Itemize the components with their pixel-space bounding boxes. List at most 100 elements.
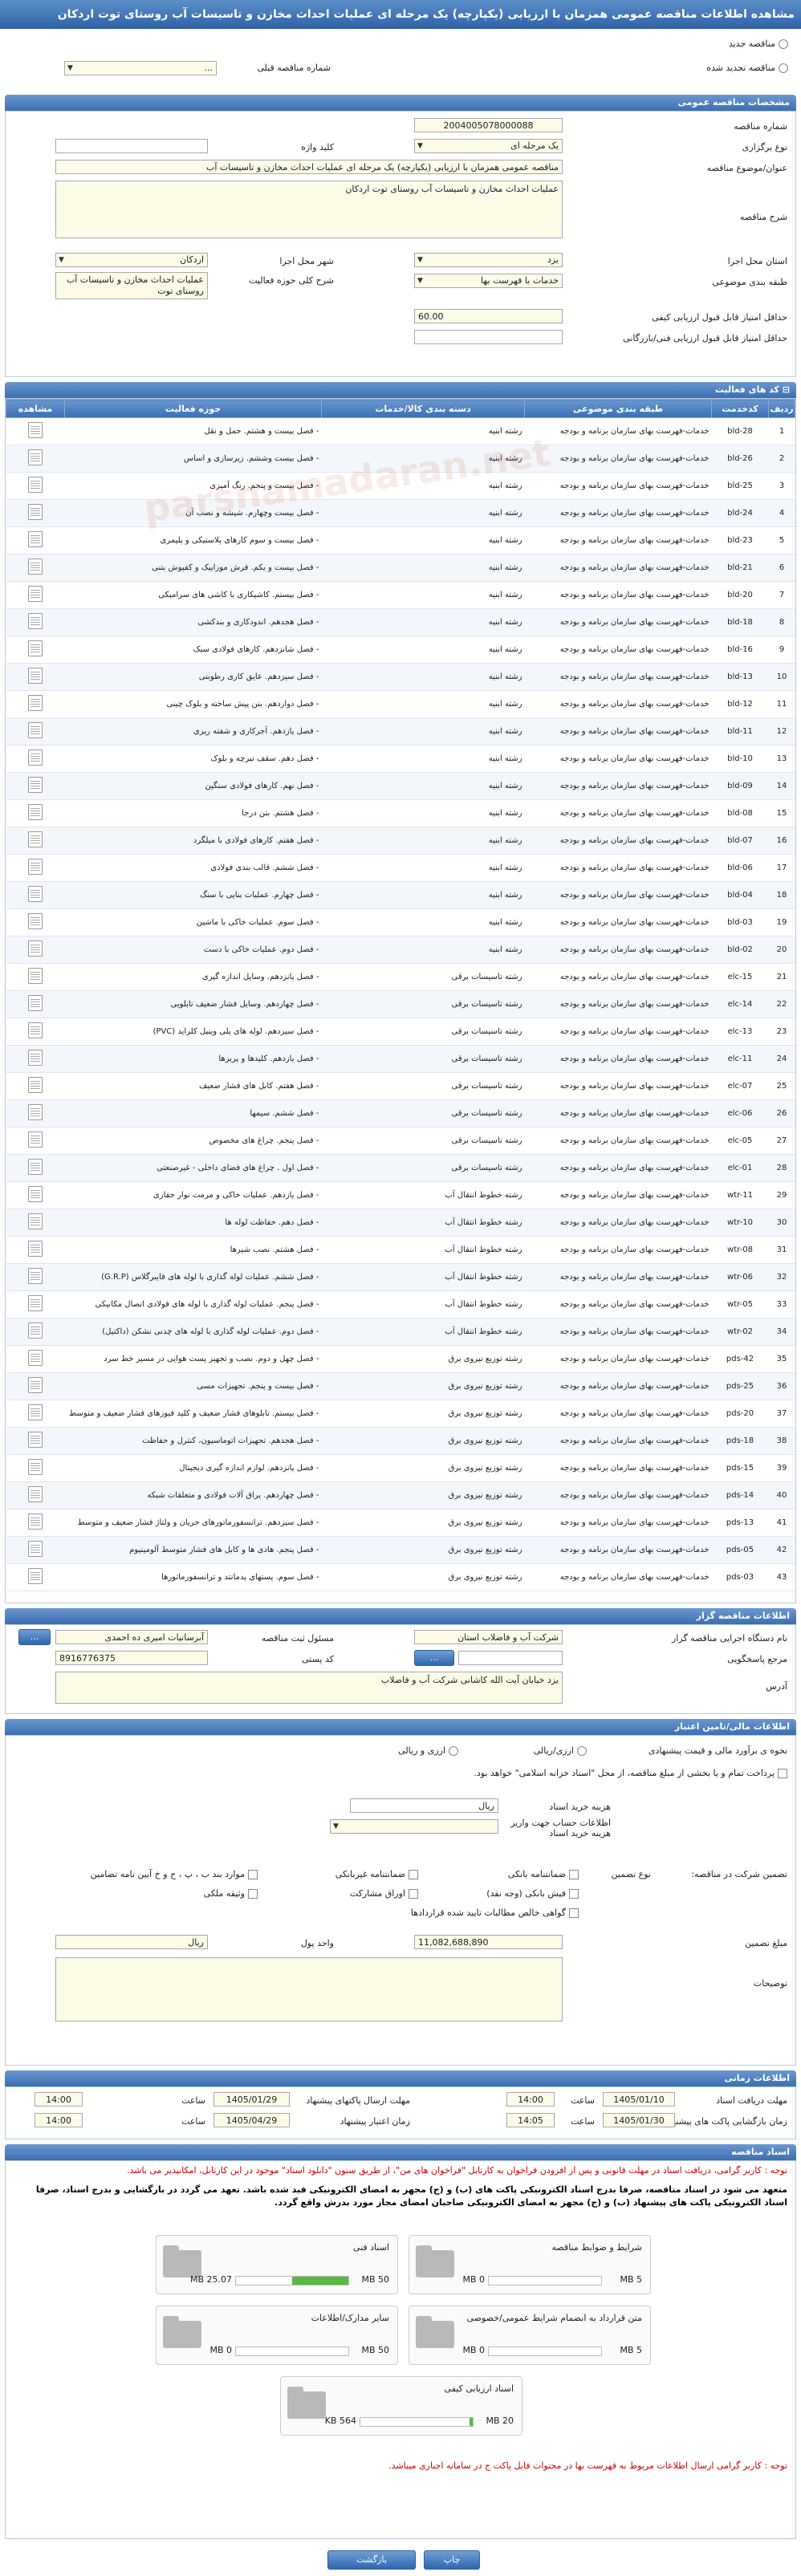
- renewed-tender-option[interactable]: مناقصه تجدید شده: [706, 63, 788, 73]
- guarantee-certificate[interactable]: گواهی خالص مطالبات تایید شده قراردادها: [411, 1908, 579, 1918]
- table-row[interactable]: 9 bld-16 خدمات-فهرست بهای سازمان برنامه و …: [6, 636, 795, 664]
- view-cell[interactable]: [6, 1045, 65, 1073]
- treasury-note[interactable]: پرداخت تمام و یا بخشی از مبلغ مناقصه، از…: [13, 1768, 787, 1778]
- view-cell[interactable]: [6, 1181, 65, 1209]
- view-document-icon[interactable]: [28, 640, 43, 656]
- view-cell[interactable]: [6, 526, 65, 555]
- view-cell[interactable]: [6, 581, 65, 609]
- table-row[interactable]: 33 wtr-05 خدمات-فهرست بهای سازمان برنامه و…: [6, 1290, 795, 1318]
- open-date-field[interactable]: 1405/01/30: [603, 2113, 675, 2127]
- view-cell[interactable]: [6, 445, 65, 473]
- province-select[interactable]: یزد ▼: [414, 253, 563, 267]
- col-group[interactable]: دسته بندی کالا/خدمات: [321, 399, 525, 418]
- view-cell[interactable]: [6, 608, 65, 636]
- view-cell[interactable]: [6, 1481, 65, 1509]
- view-cell[interactable]: [6, 963, 65, 991]
- view-document-icon[interactable]: [28, 476, 43, 493]
- table-row[interactable]: 29 wtr-11 خدمات-فهرست بهای سازمان برنامه و…: [6, 1181, 795, 1209]
- keyword-field[interactable]: [55, 139, 208, 153]
- table-row[interactable]: 30 wtr-10 خدمات-فهرست بهای سازمان برنامه و…: [6, 1209, 795, 1237]
- new-tender-option[interactable]: مناقصه جدید: [729, 39, 788, 49]
- doc-cost-field[interactable]: ریال: [350, 1798, 498, 1813]
- view-document-icon[interactable]: [28, 831, 43, 847]
- view-document-icon[interactable]: [28, 1240, 43, 1257]
- view-cell[interactable]: [6, 1099, 65, 1128]
- view-document-icon[interactable]: [28, 803, 43, 820]
- view-document-icon[interactable]: [28, 421, 43, 438]
- previous-number-select[interactable]: ... ▼: [64, 61, 217, 75]
- view-cell[interactable]: [6, 1154, 65, 1182]
- guarantee-nonbank[interactable]: ضمانتنامه غیربانکی: [335, 1869, 418, 1879]
- view-document-icon[interactable]: [28, 994, 43, 1011]
- radio-icon[interactable]: [577, 1746, 587, 1756]
- print-button[interactable]: چاپ: [424, 2550, 480, 2570]
- view-cell[interactable]: [6, 690, 65, 718]
- checkbox-icon[interactable]: [409, 1870, 418, 1879]
- table-row[interactable]: 5 bld-23 خدمات-فهرست بهای سازمان برنامه و …: [6, 526, 795, 555]
- view-cell[interactable]: [6, 772, 65, 800]
- view-document-icon[interactable]: [28, 530, 43, 547]
- table-row[interactable]: 10 bld-13 خدمات-فهرست بهای سازمان برنامه و…: [6, 663, 795, 691]
- col-activity[interactable]: حوزه فعالیت: [64, 399, 322, 418]
- view-document-icon[interactable]: [28, 585, 43, 602]
- view-cell[interactable]: [6, 1563, 65, 1591]
- view-cell[interactable]: [6, 554, 65, 582]
- table-row[interactable]: 11 bld-12 خدمات-فهرست بهای سازمان برنامه و…: [6, 690, 795, 718]
- postal-code-field[interactable]: 8916776375: [55, 1651, 208, 1665]
- view-document-icon[interactable]: [28, 1540, 43, 1557]
- view-cell[interactable]: [6, 472, 65, 500]
- checkbox-icon[interactable]: [569, 1870, 579, 1879]
- guarantee-amount-field[interactable]: 11,082,688,890: [414, 1935, 563, 1949]
- view-cell[interactable]: [6, 1372, 65, 1400]
- view-document-icon[interactable]: [28, 1185, 43, 1202]
- view-cell[interactable]: [6, 417, 65, 445]
- responsible-lookup-button[interactable]: ...: [18, 1629, 51, 1645]
- receive-date-field[interactable]: 1405/01/10: [603, 2092, 675, 2107]
- tender-type-select[interactable]: یک مرحله ای ▼: [414, 139, 563, 153]
- table-row[interactable]: 3 bld-25 خدمات-فهرست بهای سازمان برنامه و …: [6, 472, 795, 500]
- view-cell[interactable]: [6, 1400, 65, 1428]
- table-row[interactable]: 36 pds-25 خدمات-فهرست بهای سازمان برنامه و…: [6, 1372, 795, 1400]
- view-document-icon[interactable]: [28, 885, 43, 902]
- table-row[interactable]: 41 pds-13 خدمات-فهرست بهای سازمان برنامه و…: [6, 1509, 795, 1537]
- view-document-icon[interactable]: [28, 1567, 43, 1584]
- file-card-contract[interactable]: متن قرارداد به انضمام شرایط عمومی/خصوصی …: [409, 2306, 651, 2365]
- table-row[interactable]: 34 wtr-02 خدمات-فهرست بهای سازمان برنامه و…: [6, 1318, 795, 1346]
- table-row[interactable]: 7 bld-20 خدمات-فهرست بهای سازمان برنامه و …: [6, 581, 795, 609]
- table-row[interactable]: 25 elc-07 خدمات-فهرست بهای سازمان برنامه و…: [6, 1072, 795, 1100]
- view-document-icon[interactable]: [28, 558, 43, 575]
- view-document-icon[interactable]: [28, 694, 43, 711]
- view-cell[interactable]: [6, 1345, 65, 1373]
- currency-field[interactable]: ریال: [55, 1935, 208, 1949]
- receive-time-field[interactable]: 14:00: [506, 2092, 555, 2107]
- table-row[interactable]: 6 bld-21 خدمات-فهرست بهای سازمان برنامه و …: [6, 554, 795, 582]
- view-cell[interactable]: [6, 1263, 65, 1291]
- view-document-icon[interactable]: [28, 858, 43, 875]
- view-document-icon[interactable]: [28, 1213, 43, 1229]
- view-cell[interactable]: [6, 827, 65, 855]
- view-document-icon[interactable]: [28, 1076, 43, 1093]
- guarantee-bonds[interactable]: اوراق مشارکت: [350, 1888, 418, 1899]
- budget-option-2[interactable]: ارزی و ریالی: [398, 1745, 458, 1756]
- back-button[interactable]: بازگشت: [327, 2550, 416, 2570]
- table-row[interactable]: 42 pds-05 خدمات-فهرست بهای سازمان برنامه و…: [6, 1536, 795, 1564]
- view-document-icon[interactable]: [28, 503, 43, 520]
- view-document-icon[interactable]: [28, 1158, 43, 1175]
- view-document-icon[interactable]: [28, 1294, 43, 1311]
- file-card-other[interactable]: سایر مدارک/اطلاعات 50 MB 0 MB: [156, 2306, 398, 2365]
- table-row[interactable]: 8 bld-18 خدمات-فهرست بهای سازمان برنامه و …: [6, 608, 795, 636]
- guarantee-bank[interactable]: ضمانتنامه بانکی: [508, 1869, 579, 1879]
- checkbox-icon[interactable]: [248, 1889, 258, 1899]
- view-cell[interactable]: [6, 636, 65, 664]
- file-card-technical[interactable]: اسناد فنی 50 MB 25.07 MB: [156, 2235, 398, 2294]
- view-document-icon[interactable]: [28, 776, 43, 793]
- view-document-icon[interactable]: [28, 1458, 43, 1475]
- responsible-field[interactable]: آبرسانیات امیری ده احمدی: [55, 1630, 208, 1644]
- table-row[interactable]: 43 pds-03 خدمات-فهرست بهای سازمان برنامه و…: [6, 1563, 795, 1591]
- table-row[interactable]: 38 pds-18 خدمات-فهرست بهای سازمان برنامه و…: [6, 1427, 795, 1455]
- view-document-icon[interactable]: [28, 1049, 43, 1066]
- table-row[interactable]: 1 bld-28 خدمات-فهرست بهای سازمان برنامه و …: [6, 417, 795, 445]
- table-row[interactable]: 22 elc-14 خدمات-فهرست بهای سازمان برنامه و…: [6, 990, 795, 1018]
- view-cell[interactable]: [6, 663, 65, 691]
- valid-time-field[interactable]: 14:00: [35, 2113, 83, 2127]
